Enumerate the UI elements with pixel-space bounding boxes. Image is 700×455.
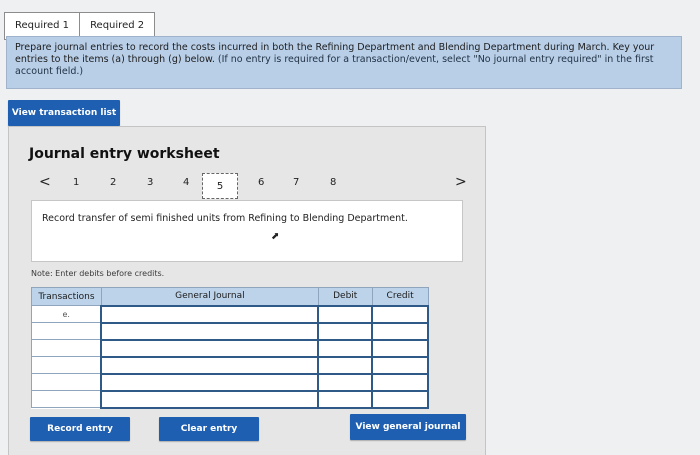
page-3[interactable]: 3 (147, 177, 153, 188)
chevron-right-icon[interactable]: > (455, 174, 467, 190)
view-transaction-list-button[interactable]: View transaction list (8, 100, 120, 126)
table-row (31, 372, 429, 392)
page-7[interactable]: 7 (293, 177, 299, 188)
debit-input[interactable] (317, 372, 374, 392)
transaction-cell (31, 390, 102, 408)
credit-input[interactable] (371, 355, 429, 375)
transaction-description: Record transfer of semi finished units f… (31, 200, 463, 262)
table-row (31, 355, 429, 375)
credit-input[interactable] (371, 372, 429, 392)
table-row (31, 321, 429, 341)
credit-input[interactable] (371, 304, 429, 324)
debit-input[interactable] (317, 338, 374, 358)
page-4[interactable]: 4 (183, 177, 189, 188)
table-row: e. (31, 304, 429, 324)
page-2[interactable]: 2 (110, 177, 116, 188)
page-1[interactable]: 1 (73, 177, 79, 188)
account-input[interactable] (100, 304, 320, 324)
clear-entry-button[interactable]: Clear entry (159, 417, 259, 441)
account-input[interactable] (100, 338, 320, 358)
chevron-left-icon[interactable]: < (39, 174, 51, 190)
credit-input[interactable] (371, 338, 429, 358)
record-entry-button[interactable]: Record entry (30, 417, 130, 441)
page-navigator: < 1 2 3 4 5 6 7 8 > (27, 173, 467, 199)
debit-input[interactable] (317, 355, 374, 375)
debit-input[interactable] (317, 389, 374, 409)
column-header-transactions: Transactions (31, 287, 102, 306)
mouse-cursor-icon: ⬈ (271, 231, 280, 242)
column-header-debit: Debit (317, 287, 373, 306)
journal-entry-table: Transactions General Journal Debit Credi… (31, 287, 429, 409)
credit-input[interactable] (371, 389, 429, 409)
transaction-cell: e. (31, 305, 102, 323)
credit-input[interactable] (371, 321, 429, 341)
table-row (31, 338, 429, 358)
journal-entry-worksheet: Journal entry worksheet < 1 2 3 4 5 6 7 … (8, 126, 486, 455)
page-5-current[interactable]: 5 (202, 173, 238, 199)
column-header-credit: Credit (371, 287, 429, 306)
account-input[interactable] (100, 355, 320, 375)
debit-input[interactable] (317, 321, 374, 341)
page-6[interactable]: 6 (258, 177, 264, 188)
column-header-general-journal: General Journal (100, 287, 319, 306)
debits-before-credits-note: Note: Enter debits before credits. (31, 269, 165, 278)
worksheet-title: Journal entry worksheet (29, 146, 220, 162)
table-row (31, 389, 429, 409)
account-input[interactable] (100, 389, 320, 409)
view-general-journal-button[interactable]: View general journal (350, 414, 466, 440)
transaction-cell (31, 339, 102, 357)
transaction-cell (31, 373, 102, 391)
account-input[interactable] (100, 372, 320, 392)
transaction-cell (31, 356, 102, 374)
page-8[interactable]: 8 (330, 177, 336, 188)
transaction-cell (31, 322, 102, 340)
account-input[interactable] (100, 321, 320, 341)
debit-input[interactable] (317, 304, 374, 324)
instructions-panel: Prepare journal entries to record the co… (6, 36, 682, 89)
